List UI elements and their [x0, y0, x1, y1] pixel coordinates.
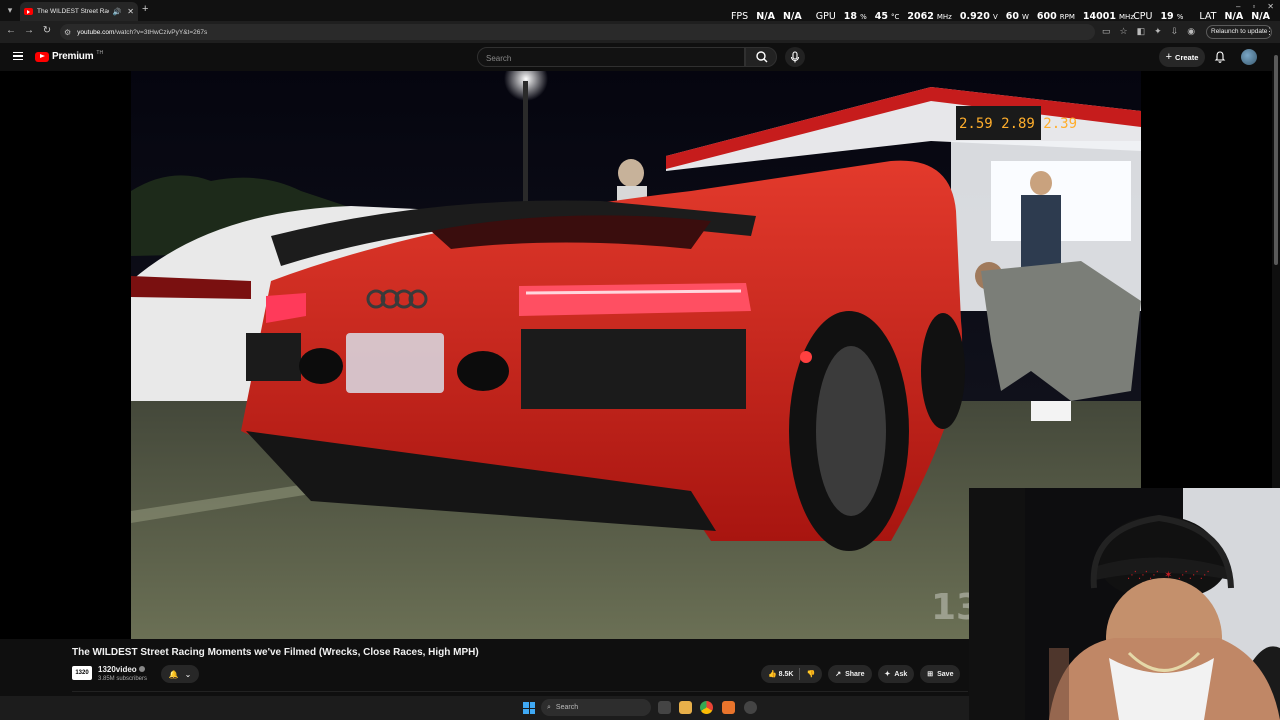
- youtube-favicon-icon: [24, 8, 33, 15]
- youtube-logo-icon: [35, 51, 49, 62]
- tab-close-icon[interactable]: ✕: [127, 7, 134, 16]
- address-bar-row: ← → ↻ ⚙ youtube.com/watch?v=3tHwCzivPyY&…: [0, 21, 1280, 43]
- close-window-icon[interactable]: ✕: [1267, 2, 1274, 11]
- youtube-masthead: Premium TH + Create: [0, 43, 1280, 71]
- tab-search-menu-icon[interactable]: ▾: [4, 4, 16, 16]
- scrollbar-thumb[interactable]: [1274, 55, 1278, 265]
- save-button[interactable]: ⊞ Save: [920, 665, 961, 683]
- like-divider: [799, 668, 801, 680]
- youtube-premium-logo[interactable]: Premium TH: [35, 49, 104, 62]
- browser-menu-icon[interactable]: ⋮: [1265, 26, 1274, 37]
- bell-icon: 🔔: [168, 669, 179, 679]
- guide-menu-icon[interactable]: [13, 52, 23, 60]
- forward-icon[interactable]: →: [22, 25, 36, 36]
- share-icon: ↗: [835, 671, 842, 678]
- new-tab-icon[interactable]: +: [142, 3, 148, 15]
- site-info-icon[interactable]: ⚙: [64, 28, 71, 37]
- cast-icon[interactable]: ▭: [1102, 26, 1111, 37]
- video-actions: 👍 8.5K 👎 ↗ Share ✦ Ask ⊞ Save: [761, 665, 961, 683]
- minimize-icon[interactable]: –: [1236, 2, 1240, 11]
- taskbar-search-placeholder: Search: [555, 704, 579, 711]
- taskbar-search[interactable]: ⌕ Search: [541, 699, 651, 716]
- cpu-load-unit: %: [1176, 13, 1184, 21]
- profile-icon[interactable]: ◉: [1187, 26, 1195, 37]
- channel-name: 1320video: [98, 665, 137, 674]
- voice-search-button[interactable]: [785, 47, 805, 67]
- share-label: Share: [845, 670, 865, 678]
- gpu-power-unit: W: [1022, 13, 1029, 21]
- like-count: 8.5K: [778, 671, 794, 678]
- create-button[interactable]: + Create: [1159, 47, 1205, 67]
- thumbs-down-icon: 👎: [806, 671, 816, 678]
- chrome-icon[interactable]: [700, 701, 713, 714]
- task-view-icon[interactable]: [658, 701, 671, 714]
- verified-badge-icon: [138, 666, 145, 672]
- search-input[interactable]: [478, 49, 744, 68]
- browser-tab[interactable]: The WILDEST Street Racing 🔊 ✕: [20, 2, 138, 21]
- subscription-notifications-button[interactable]: 🔔 ⌄: [161, 665, 199, 683]
- like-dislike-group: 👍 8.5K 👎: [761, 665, 823, 683]
- share-button[interactable]: ↗ Share: [828, 665, 872, 683]
- gpu-fan-unit: RPM: [1059, 13, 1075, 21]
- ask-button[interactable]: ✦ Ask: [877, 665, 915, 683]
- webcam-feed-image: ⋰⋰⋰ ✶ ⋰⋰⋰: [969, 488, 1280, 720]
- gpu-voltage-unit: V: [992, 13, 998, 21]
- subscriber-count: 3.85M subscribers: [98, 676, 148, 682]
- create-label: Create: [1175, 52, 1199, 62]
- search-box: [477, 47, 745, 68]
- tab-title: The WILDEST Street Racing: [37, 8, 109, 15]
- back-icon[interactable]: ←: [4, 25, 18, 36]
- bookmark-star-icon[interactable]: ☆: [1120, 26, 1128, 37]
- thumbs-up-icon: 👍: [768, 671, 777, 678]
- reload-icon[interactable]: ↻: [40, 25, 54, 36]
- microphone-icon: [790, 51, 800, 63]
- browser-tab-bar: ▾ The WILDEST Street Racing 🔊 ✕ + FPS N/…: [0, 0, 1280, 22]
- video-title: The WILDEST Street Racing Moments we've …: [72, 647, 479, 658]
- address-bar-icons: ▭ ☆ ◧ ✦ ⇩ ◉: [1102, 26, 1195, 37]
- taskbar-search-icon: ⌕: [547, 703, 551, 711]
- downloads-icon[interactable]: ⇩: [1171, 26, 1179, 37]
- logo-region: TH: [96, 49, 104, 56]
- content-divider: [72, 691, 968, 692]
- url-path: /watch?v=3tHwCzivPyY&t=267s: [114, 28, 208, 36]
- gpu-temp-unit: °C: [890, 13, 900, 21]
- app-icon-gear[interactable]: [744, 701, 757, 714]
- windows-start-icon[interactable]: [523, 702, 535, 714]
- webcam-overlay: ⋰⋰⋰ ✶ ⋰⋰⋰: [969, 488, 1280, 720]
- extensions-icon[interactable]: ◧: [1137, 26, 1146, 37]
- search-icon: [756, 51, 768, 63]
- save-playlist-icon: ⊞: [927, 671, 934, 678]
- notifications-bell-icon[interactable]: [1213, 50, 1227, 64]
- dislike-button[interactable]: 👎: [806, 670, 815, 678]
- url-field[interactable]: ⚙ youtube.com/watch?v=3tHwCzivPyY&t=267s: [60, 24, 1095, 40]
- windows-taskbar: ⌕ Search: [0, 696, 969, 720]
- ask-label: Ask: [894, 670, 908, 678]
- maximize-icon[interactable]: ▫: [1252, 2, 1255, 11]
- speaker-icon[interactable]: 🔊: [113, 8, 122, 16]
- channel-name-link[interactable]: 1320video: [98, 665, 145, 674]
- sparkle-icon: ✦: [884, 671, 891, 678]
- window-controls: – ▫ ✕: [1236, 2, 1274, 11]
- extension-icon[interactable]: ✦: [1154, 26, 1162, 37]
- app-icon-orange[interactable]: [722, 701, 735, 714]
- account-avatar[interactable]: [1241, 49, 1257, 65]
- gpu-load-unit: %: [860, 13, 867, 21]
- mem-clock-unit: MHz: [1119, 13, 1134, 21]
- url-text: youtube.com/watch?v=3tHwCzivPyY&t=267s: [77, 29, 207, 36]
- gas-price-sign: 2.59 2.89 2.39: [959, 116, 1077, 132]
- channel-avatar[interactable]: 1320: [72, 666, 92, 680]
- url-domain: youtube.com: [77, 28, 115, 36]
- gpu-clock-unit: MHz: [936, 13, 952, 21]
- file-explorer-icon[interactable]: [679, 701, 692, 714]
- search-button[interactable]: [745, 47, 777, 67]
- like-button[interactable]: 👍 8.5K: [768, 670, 793, 678]
- relaunch-to-update-button[interactable]: Relaunch to update: [1206, 25, 1273, 39]
- chevron-down-icon: ⌄: [184, 669, 192, 679]
- plus-icon: +: [1165, 51, 1173, 63]
- logo-text: Premium: [52, 51, 94, 62]
- save-label: Save: [937, 670, 954, 678]
